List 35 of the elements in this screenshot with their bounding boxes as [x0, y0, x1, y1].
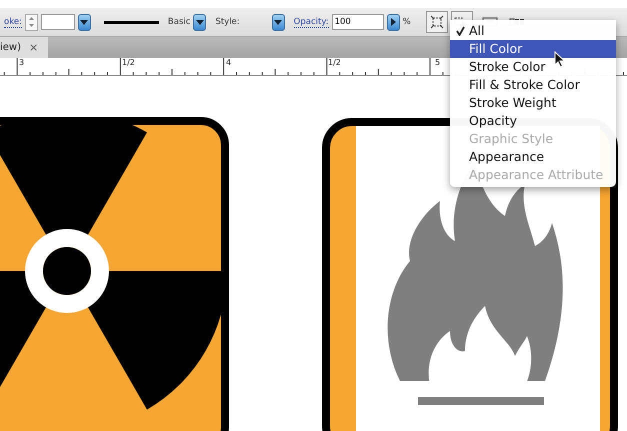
dropdown-button[interactable]: [193, 14, 206, 30]
percent-label: %: [402, 17, 411, 27]
opacity-field[interactable]: 100: [332, 14, 384, 30]
document-tab[interactable]: iew) ×: [0, 37, 48, 58]
caret-icon: [274, 18, 282, 26]
caret-icon: [196, 18, 204, 26]
mouse-pointer-icon: [554, 51, 566, 68]
ruler-label: 3: [19, 58, 24, 67]
dropdown-button[interactable]: [272, 14, 285, 30]
right-arrow-icon: [390, 18, 397, 26]
dropdown-button[interactable]: [386, 14, 400, 30]
dropdown-button[interactable]: [78, 14, 91, 30]
ruler-label: 5: [435, 58, 440, 67]
menu-item[interactable]: Fill Color: [450, 40, 616, 58]
caret-icon: [80, 18, 88, 26]
menu-item[interactable]: Stroke Color: [450, 58, 616, 76]
stroke-style-label: Basic: [168, 17, 190, 27]
up-down-arrows-icon: [28, 16, 35, 28]
ruler-label: 4: [226, 58, 232, 67]
stroke-label: oke:: [4, 16, 22, 28]
transform-icon[interactable]: [426, 11, 448, 33]
ruler-label: 1/2: [122, 58, 135, 67]
menu-item[interactable]: All: [450, 22, 616, 40]
menu-item[interactable]: Opacity: [450, 112, 616, 130]
document-title: iew): [0, 42, 22, 53]
stroke-line-preview: [104, 20, 159, 24]
stroke-weight-field[interactable]: [40, 14, 75, 30]
menu-item[interactable]: Fill & Stroke Color: [450, 76, 616, 94]
ruler-label: 1/2: [328, 58, 341, 67]
close-button[interactable]: ×: [29, 41, 38, 54]
stepper-control[interactable]: [24, 14, 38, 30]
menu-item[interactable]: Appearance: [450, 148, 616, 166]
menu-item[interactable]: Stroke Weight: [450, 94, 616, 112]
style-label: Style:: [215, 17, 240, 27]
opacity-label: Opacity:: [294, 16, 329, 28]
